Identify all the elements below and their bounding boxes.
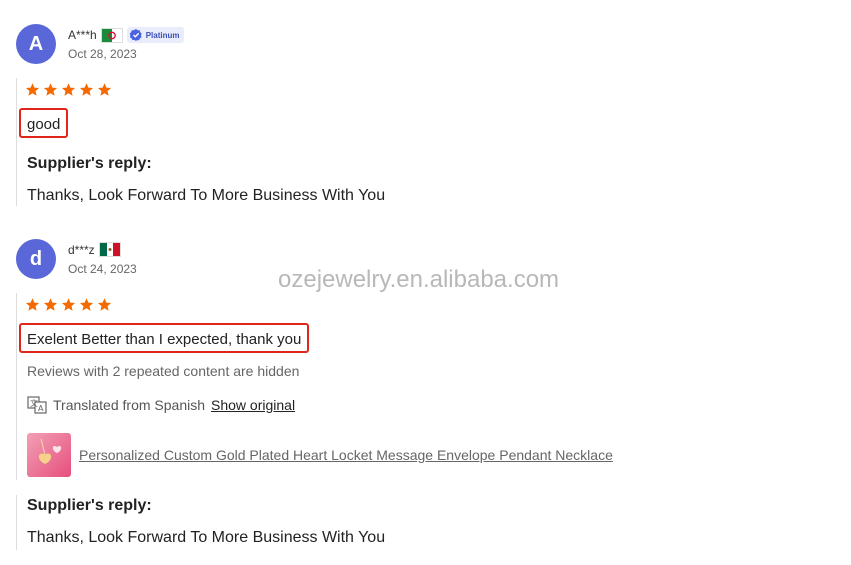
translated-label: Translated from Spanish [53,397,205,413]
star-icon [79,298,94,311]
reviewer-name: A***h Platinum [68,27,185,43]
star-icon [61,83,76,96]
star-icon [97,83,112,96]
supplier-reply-title: Supplier's reply: [27,155,152,172]
heart-locket-icon [38,438,62,464]
product-link-row[interactable]: Personalized Custom Gold Plated Heart Lo… [27,433,613,477]
review-content: Exelent Better than I expected, thank yo… [19,323,310,353]
star-icon [25,83,40,96]
svg-text:A: A [38,404,44,413]
star-icon [43,298,58,311]
supplier-reply-text: Thanks, Look Forward To More Business Wi… [27,187,386,204]
mexico-flag-icon [98,242,121,257]
rating-stars [25,297,112,312]
avatar: A [16,24,56,64]
username: A***h [68,28,97,42]
divider [16,293,17,480]
product-title-link[interactable]: Personalized Custom Gold Plated Heart Lo… [79,447,613,463]
algeria-flag-icon [100,27,123,43]
review-content: good [19,108,69,138]
platinum-badge: Platinum [126,27,185,43]
show-original-link[interactable]: Show original [211,397,295,413]
supplier-reply-title: Supplier's reply: [27,497,152,514]
star-icon [25,298,40,311]
username: d***z [68,242,95,257]
verified-icon [129,29,142,41]
product-thumbnail[interactable] [27,433,71,477]
avatar: d [16,239,56,279]
watermark: ozejewelry.en.alibaba.com [278,266,560,293]
review-date: Oct 24, 2023 [68,262,137,276]
review-date: Oct 28, 2023 [68,47,137,61]
star-icon [61,298,76,311]
star-icon [97,298,112,311]
reviewer-name: d***z [68,242,121,257]
star-icon [43,83,58,96]
divider [16,78,17,206]
translate-icon: 文 A [27,396,47,414]
supplier-reply-text: Thanks, Look Forward To More Business Wi… [27,529,386,546]
translation-info: 文 A Translated from Spanish Show origina… [27,396,295,414]
hidden-reviews-note: Reviews with 2 repeated content are hidd… [27,363,300,379]
star-icon [79,83,94,96]
svg-text:文: 文 [30,398,38,408]
divider [16,495,17,550]
rating-stars [25,82,112,97]
